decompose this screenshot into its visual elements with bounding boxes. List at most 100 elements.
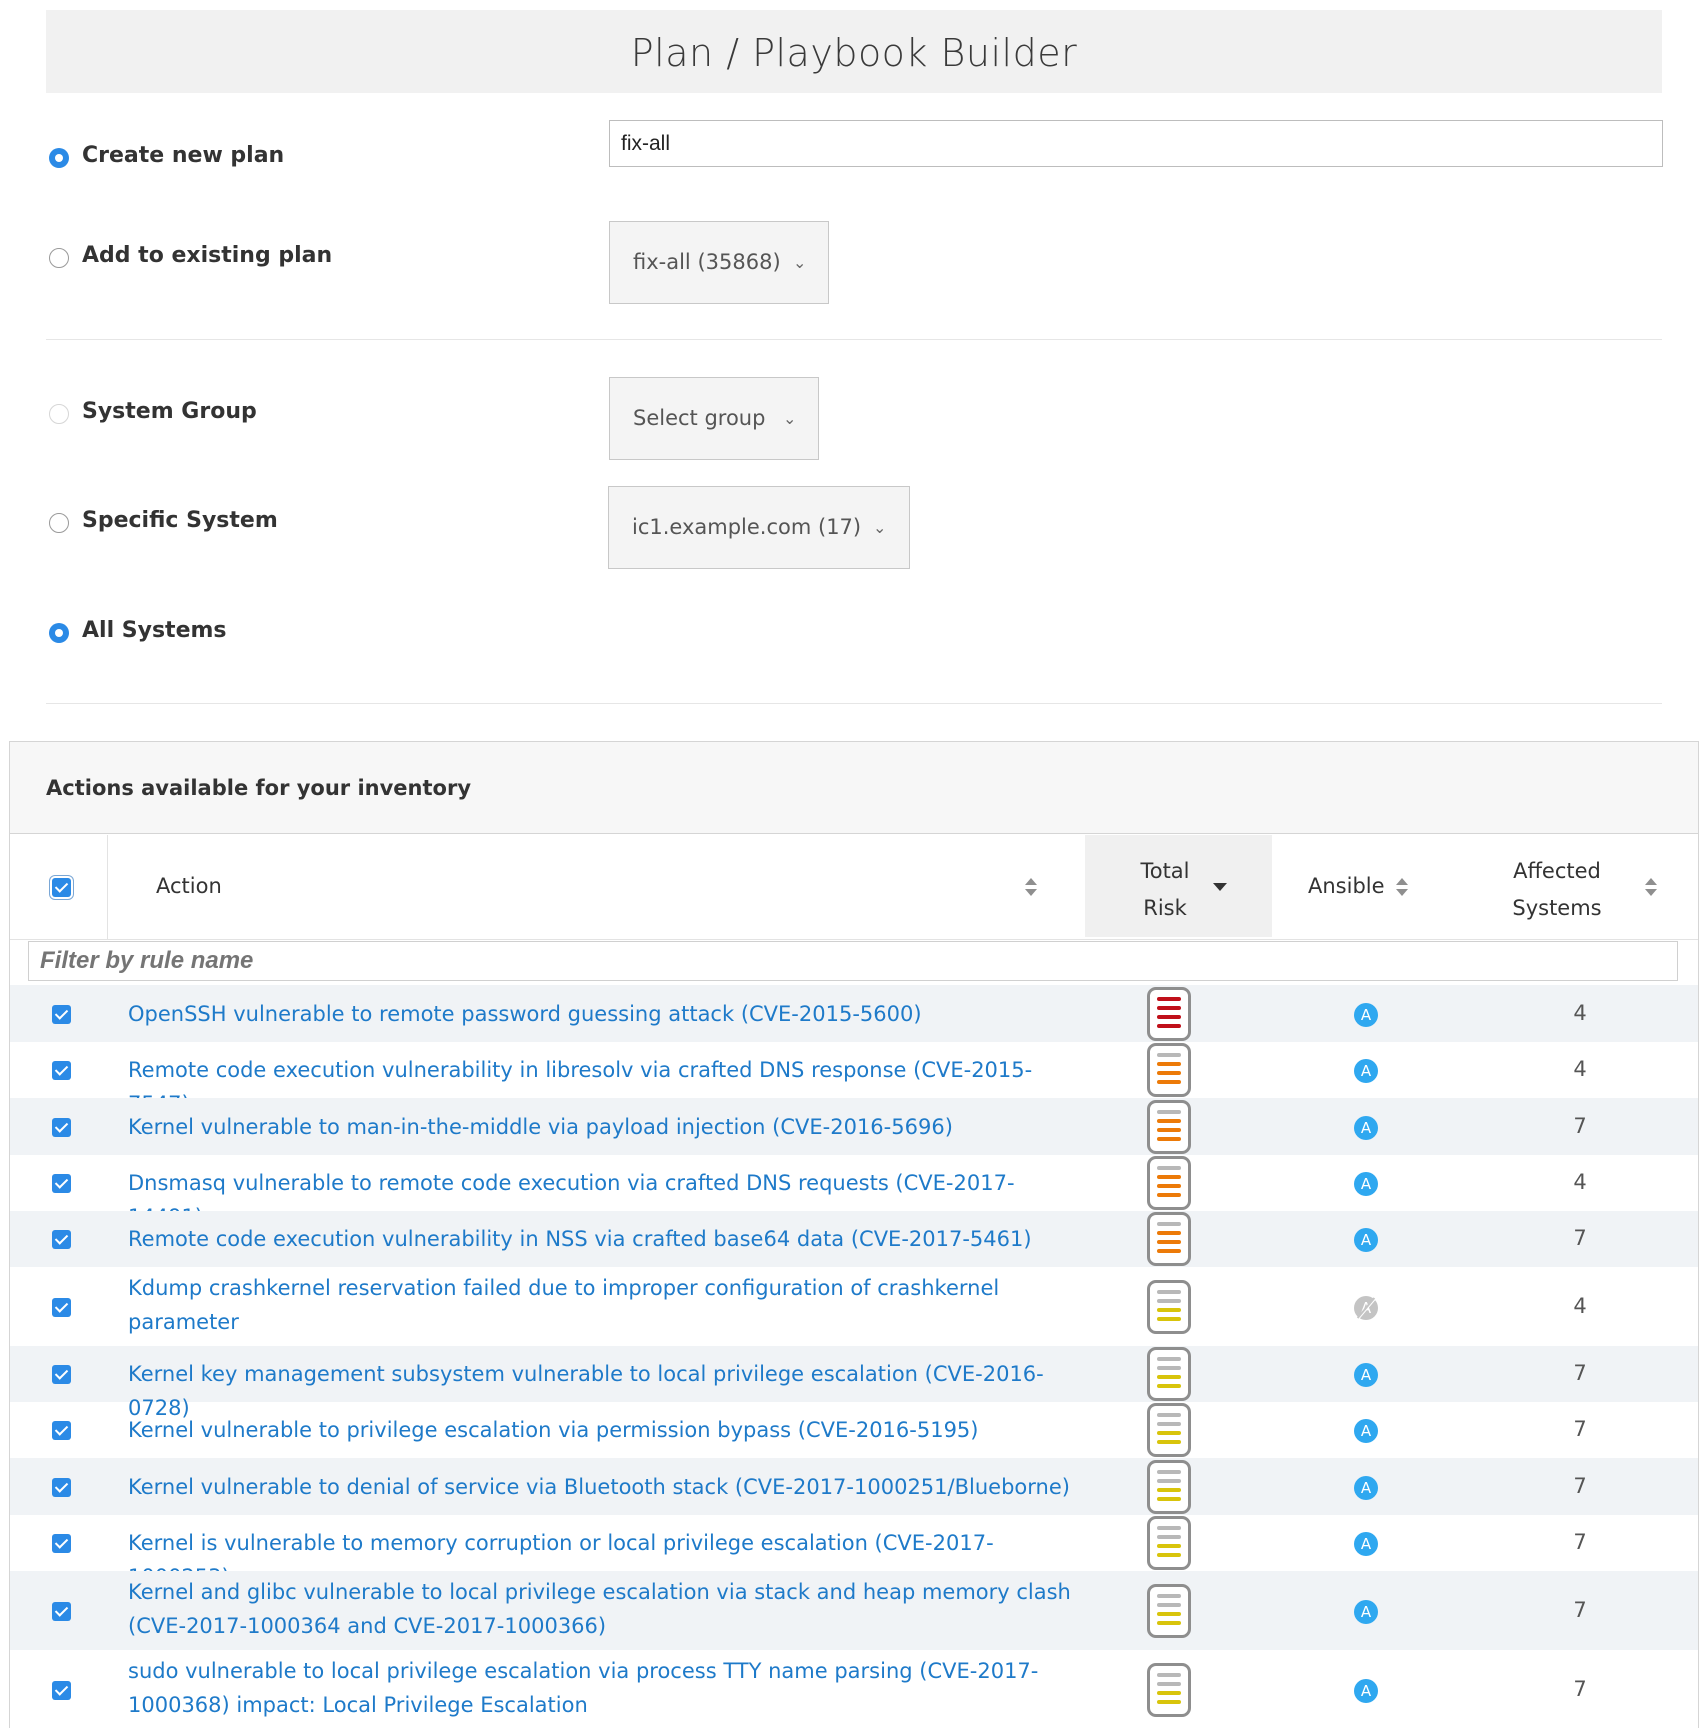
sort-descending-icon bbox=[1213, 883, 1227, 891]
affected-systems-count: 4 bbox=[1573, 1170, 1587, 1194]
risk-bar bbox=[1157, 1375, 1181, 1379]
actions-panel-heading: Actions available for your inventory bbox=[46, 776, 472, 800]
action-link[interactable]: OpenSSH vulnerable to remote password gu… bbox=[128, 997, 1073, 1031]
risk-bar bbox=[1157, 1071, 1181, 1075]
risk-level-icon bbox=[1147, 1099, 1191, 1154]
risk-bar bbox=[1157, 1413, 1181, 1417]
row-checkbox[interactable] bbox=[52, 1174, 71, 1193]
plan-name-input[interactable] bbox=[609, 120, 1663, 167]
risk-level-icon bbox=[1147, 1279, 1191, 1334]
row-checkbox[interactable] bbox=[52, 1004, 71, 1024]
ansible-icon: A bbox=[1354, 1599, 1378, 1624]
risk-bar bbox=[1157, 1014, 1181, 1019]
risk-bar bbox=[1157, 1526, 1181, 1530]
action-link[interactable]: Kernel vulnerable to man-in-the-middle v… bbox=[128, 1110, 1073, 1144]
row-checkbox[interactable] bbox=[52, 1477, 71, 1497]
risk-bar bbox=[1157, 1699, 1181, 1704]
system-group-radio[interactable] bbox=[49, 404, 69, 424]
specific-system-value: ic1.example.com (17) bbox=[632, 515, 862, 539]
specific-system-radio[interactable] bbox=[49, 513, 69, 533]
add-to-existing-plan-radio[interactable] bbox=[49, 248, 69, 268]
table-row[interactable]: Remote code execution vulnerability in l… bbox=[10, 1042, 1698, 1116]
risk-level-icon bbox=[1147, 1347, 1191, 1401]
risk-bar bbox=[1157, 1593, 1181, 1598]
action-link[interactable]: sudo vulnerable to local privilege escal… bbox=[128, 1654, 1073, 1722]
table-row[interactable]: Kdump crashkernel reservation failed due… bbox=[10, 1267, 1698, 1346]
select-all-checkbox[interactable] bbox=[52, 878, 71, 897]
column-header-affected-systems[interactable]: Affected Systems bbox=[1472, 835, 1700, 940]
sort-icon bbox=[1025, 878, 1037, 898]
row-checkbox[interactable] bbox=[52, 1534, 71, 1553]
affected-systems-count: 7 bbox=[1573, 1361, 1587, 1385]
risk-bar bbox=[1157, 1053, 1181, 1057]
risk-bar bbox=[1157, 1289, 1181, 1294]
column-header-total-risk-label: Total Risk bbox=[1135, 853, 1195, 927]
sort-icon bbox=[1396, 878, 1408, 898]
specific-system-label: Specific System bbox=[82, 508, 278, 533]
risk-bar bbox=[1157, 1496, 1181, 1501]
create-new-plan-radio[interactable] bbox=[49, 148, 69, 168]
risk-bar bbox=[1157, 1487, 1181, 1492]
all-systems-label: All Systems bbox=[82, 618, 227, 643]
risk-level-icon bbox=[1147, 1403, 1191, 1457]
table-row[interactable]: Kernel is vulnerable to memory corruptio… bbox=[10, 1515, 1698, 1589]
risk-level-icon bbox=[1147, 1516, 1191, 1570]
table-row[interactable]: Kernel and glibc vulnerable to local pri… bbox=[10, 1571, 1698, 1650]
table-row[interactable]: sudo vulnerable to local privilege escal… bbox=[10, 1650, 1698, 1728]
table-row[interactable]: Remote code execution vulnerability in N… bbox=[10, 1211, 1698, 1267]
action-link[interactable]: Kernel vulnerable to denial of service v… bbox=[128, 1470, 1073, 1504]
risk-bar bbox=[1157, 1611, 1181, 1616]
column-header-affected-label: Affected Systems bbox=[1502, 853, 1612, 927]
affected-systems-count: 7 bbox=[1573, 1113, 1587, 1138]
ansible-unsupported-icon: A bbox=[1354, 1295, 1378, 1320]
filter-rule-input[interactable] bbox=[28, 941, 1678, 981]
row-checkbox[interactable] bbox=[52, 1421, 71, 1440]
existing-plan-dropdown[interactable]: fix-all (35868) ⌄ bbox=[609, 221, 829, 304]
column-header-total-risk[interactable]: Total Risk bbox=[1085, 835, 1272, 937]
action-link[interactable]: Kdump crashkernel reservation failed due… bbox=[128, 1271, 1073, 1339]
action-link[interactable]: Remote code execution vulnerability in N… bbox=[128, 1222, 1073, 1256]
affected-systems-count: 7 bbox=[1573, 1473, 1587, 1498]
create-new-plan-label: Create new plan bbox=[82, 143, 285, 168]
risk-level-icon bbox=[1147, 1459, 1191, 1514]
column-header-action[interactable]: Action bbox=[108, 835, 1085, 940]
table-row[interactable]: Kernel vulnerable to man-in-the-middle v… bbox=[10, 1098, 1698, 1155]
risk-bar bbox=[1157, 1184, 1181, 1188]
ansible-icon: A bbox=[1354, 1532, 1378, 1556]
risk-bar bbox=[1157, 1440, 1181, 1444]
all-systems-radio[interactable] bbox=[49, 623, 69, 643]
risk-bar bbox=[1157, 1080, 1181, 1084]
action-link[interactable]: Kernel vulnerable to privilege escalatio… bbox=[128, 1413, 1073, 1447]
specific-system-dropdown[interactable]: ic1.example.com (17) ⌄ bbox=[608, 486, 910, 569]
row-checkbox[interactable] bbox=[52, 1365, 71, 1384]
row-checkbox[interactable] bbox=[52, 1061, 71, 1080]
risk-bar bbox=[1157, 1384, 1181, 1388]
table-row[interactable]: Kernel key management subsystem vulnerab… bbox=[10, 1346, 1698, 1420]
row-checkbox[interactable] bbox=[52, 1117, 71, 1137]
risk-bar bbox=[1157, 1469, 1181, 1474]
affected-systems-count: 7 bbox=[1573, 1597, 1587, 1622]
table-row[interactable]: Kernel vulnerable to privilege escalatio… bbox=[10, 1402, 1698, 1458]
row-checkbox[interactable] bbox=[52, 1680, 71, 1700]
column-header-total-risk-line2: Risk bbox=[1143, 896, 1187, 920]
ansible-icon: A bbox=[1354, 1059, 1378, 1083]
row-checkbox[interactable] bbox=[52, 1601, 71, 1621]
risk-bar bbox=[1157, 1357, 1181, 1361]
risk-level-icon bbox=[1147, 1212, 1191, 1266]
risk-bar bbox=[1157, 1118, 1181, 1123]
row-checkbox[interactable] bbox=[52, 1297, 71, 1317]
column-header-ansible[interactable]: Ansible bbox=[1272, 835, 1472, 940]
risk-level-icon bbox=[1147, 1156, 1191, 1210]
ansible-icon: A bbox=[1354, 1115, 1378, 1140]
affected-systems-count: 7 bbox=[1573, 1226, 1587, 1250]
action-link[interactable]: Kernel and glibc vulnerable to local pri… bbox=[128, 1575, 1073, 1643]
table-row[interactable]: Kernel vulnerable to denial of service v… bbox=[10, 1458, 1698, 1515]
system-group-label: System Group bbox=[82, 399, 257, 424]
column-header-ansible-label: Ansible bbox=[1308, 874, 1385, 898]
row-checkbox[interactable] bbox=[52, 1230, 71, 1249]
ansible-icon: A bbox=[1354, 1002, 1378, 1027]
risk-bar bbox=[1157, 1136, 1181, 1141]
table-row[interactable]: Dnsmasq vulnerable to remote code execut… bbox=[10, 1155, 1698, 1229]
system-group-dropdown[interactable]: Select group ⌄ bbox=[609, 377, 819, 460]
table-row[interactable]: OpenSSH vulnerable to remote password gu… bbox=[10, 985, 1698, 1042]
